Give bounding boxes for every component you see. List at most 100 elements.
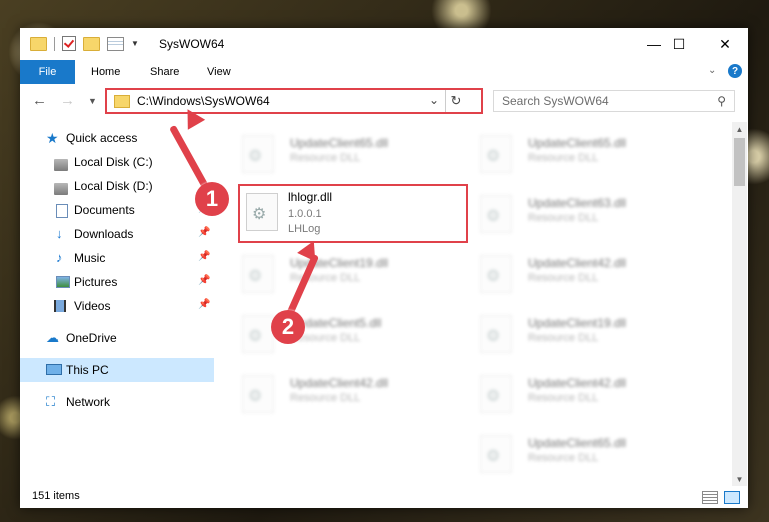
new-folder-icon[interactable] <box>83 36 100 51</box>
list-item[interactable]: UpdateClient19.dll Resource DLL <box>480 312 710 356</box>
tab-home[interactable]: Home <box>91 60 120 84</box>
file-company: LHLog <box>288 223 321 235</box>
refresh-icon[interactable]: ↻ <box>445 90 466 112</box>
file-name: UpdateClient65.dll <box>290 136 389 150</box>
pin-icon[interactable]: 📌 <box>198 275 210 286</box>
sidebar-item-network[interactable]: ⛶ Network <box>20 390 214 414</box>
search-placeholder: Search SysWOW64 <box>502 94 609 108</box>
folder-icon <box>114 95 130 108</box>
address-path[interactable]: C:\Windows\SysWOW64 <box>137 94 270 108</box>
customize-toolbar-chevron-icon[interactable]: ▼ <box>131 39 139 48</box>
navigation-pane: ★ Quick access Local Disk (C:) Local Dis… <box>20 122 214 482</box>
file-description: Resource DLL <box>290 392 361 404</box>
dll-file-icon <box>480 195 512 233</box>
sidebar-item-music[interactable]: ♪ Music 📌 <box>20 246 214 270</box>
pictures-icon <box>56 276 70 288</box>
file-name: UpdateClient65.dll <box>528 136 627 150</box>
forward-arrow-icon[interactable]: → <box>60 92 75 109</box>
file-description: Resource DLL <box>528 272 599 284</box>
dll-file-icon <box>246 193 278 231</box>
vertical-scrollbar[interactable]: ▲ ▼ <box>732 122 747 486</box>
tab-share[interactable]: Share <box>150 60 179 84</box>
list-item[interactable]: UpdateClient19.dll Resource DLL <box>242 252 472 296</box>
sidebar-item-onedrive[interactable]: ☁ OneDrive <box>20 326 214 350</box>
file-description: Resource DLL <box>290 152 361 164</box>
file-name: UpdateClient42.dll <box>528 376 627 390</box>
dll-file-icon <box>480 375 512 413</box>
scroll-up-icon[interactable]: ▲ <box>732 122 747 136</box>
sidebar-item-downloads[interactable]: ↓ Downloads 📌 <box>20 222 214 246</box>
dll-file-icon <box>242 315 274 353</box>
explorer-window: ▼ SysWOW64 — ☐ ✕ File Home Share View ⌄ … <box>20 28 748 508</box>
sidebar-item-label: OneDrive <box>66 331 117 345</box>
dll-file-icon <box>480 255 512 293</box>
download-icon: ↓ <box>56 226 63 241</box>
details-view-icon[interactable] <box>702 491 718 504</box>
cloud-icon: ☁ <box>46 330 59 345</box>
tab-file[interactable]: File <box>20 60 75 84</box>
drive-icon <box>54 183 68 195</box>
title-bar: ▼ SysWOW64 — ☐ ✕ <box>20 28 748 60</box>
window-title: SysWOW64 <box>159 37 225 51</box>
search-icon[interactable]: ⚲ <box>717 94 726 108</box>
sidebar-item-local-disk-d[interactable]: Local Disk (D:) <box>20 174 214 198</box>
folder-icon <box>30 36 47 51</box>
address-bar[interactable]: C:\Windows\SysWOW64 ⌄ ↻ <box>105 88 483 114</box>
file-name: UpdateClient42.dll <box>528 256 627 270</box>
pin-icon[interactable]: 📌 <box>198 227 210 238</box>
large-icons-view-icon[interactable] <box>724 491 740 504</box>
sidebar-item-pictures[interactable]: Pictures 📌 <box>20 270 214 294</box>
scrollbar-thumb[interactable] <box>734 138 745 186</box>
file-name: UpdateClient65.dll <box>528 436 627 450</box>
ribbon-expand-chevron-icon[interactable]: ⌄ <box>708 65 716 76</box>
sidebar-item-documents[interactable]: Documents 📌 <box>20 198 214 222</box>
pin-icon[interactable]: 📌 <box>198 251 210 262</box>
documents-icon <box>56 204 68 218</box>
file-name: UpdateClient19.dll <box>528 316 627 330</box>
quick-access-toolbar: ▼ <box>30 36 139 51</box>
sidebar-item-label: This PC <box>66 363 109 377</box>
sidebar-item-videos[interactable]: Videos 📌 <box>20 294 214 318</box>
scroll-down-icon[interactable]: ▼ <box>732 472 747 486</box>
sidebar-item-label: Local Disk (C:) <box>74 155 153 169</box>
maximize-button[interactable]: ☐ <box>656 28 702 60</box>
dll-file-icon <box>480 135 512 173</box>
callout-badge-1: 1 <box>195 182 229 216</box>
sidebar-item-label: Network <box>66 395 111 409</box>
list-item[interactable]: UpdateClient42.dll Resource DLL <box>242 372 472 416</box>
close-button[interactable]: ✕ <box>702 28 748 60</box>
sidebar-item-label: Quick access <box>66 131 138 145</box>
view-details-icon[interactable] <box>107 36 124 51</box>
file-name: UpdateClient19.dll <box>290 256 389 270</box>
list-item[interactable]: UpdateClient63.dll Resource DLL <box>480 192 710 236</box>
back-arrow-icon[interactable]: ← <box>32 92 47 109</box>
list-item[interactable]: UpdateClient42.dll Resource DLL <box>480 252 710 296</box>
list-item[interactable]: UpdateClient42.dll Resource DLL <box>480 372 710 416</box>
status-bar: 151 items <box>20 486 748 508</box>
dll-file-icon <box>242 375 274 413</box>
file-description: Resource DLL <box>528 212 599 224</box>
sidebar-item-label: Pictures <box>74 275 118 289</box>
recent-locations-chevron-icon[interactable]: ▼ <box>88 96 97 106</box>
list-item[interactable]: UpdateClient65.dll Resource DLL <box>480 132 710 176</box>
sidebar-item-label: Local Disk (D:) <box>74 179 153 193</box>
callout-badge-2: 2 <box>271 310 305 344</box>
item-count: 151 items <box>32 490 80 502</box>
toolbar-divider <box>54 36 55 51</box>
drive-icon <box>54 159 68 171</box>
file-description: Resource DLL <box>528 152 599 164</box>
sidebar-item-this-pc[interactable]: This PC <box>20 358 214 382</box>
pin-icon[interactable]: 📌 <box>198 299 210 310</box>
highlighted-file-lhlogr[interactable]: lhlogr.dll 1.0.0.1 LHLog <box>238 184 468 243</box>
dll-file-icon <box>242 135 274 173</box>
file-name: lhlogr.dll <box>288 190 333 204</box>
navigation-bar: ← → ▼ ↑ C:\Windows\SysWOW64 ⌄ ↻ Search S… <box>20 84 748 118</box>
search-input[interactable]: Search SysWOW64 ⚲ <box>493 90 735 112</box>
help-icon[interactable]: ? <box>728 64 742 78</box>
properties-check-icon[interactable] <box>62 36 76 51</box>
list-item[interactable]: UpdateClient65.dll Resource DLL <box>480 432 710 476</box>
list-item[interactable]: UpdateClient65.dll Resource DLL <box>242 132 472 176</box>
tab-view[interactable]: View <box>207 60 231 84</box>
address-dropdown-icon[interactable]: ⌄ <box>429 93 439 107</box>
file-version: 1.0.0.1 <box>288 208 322 220</box>
